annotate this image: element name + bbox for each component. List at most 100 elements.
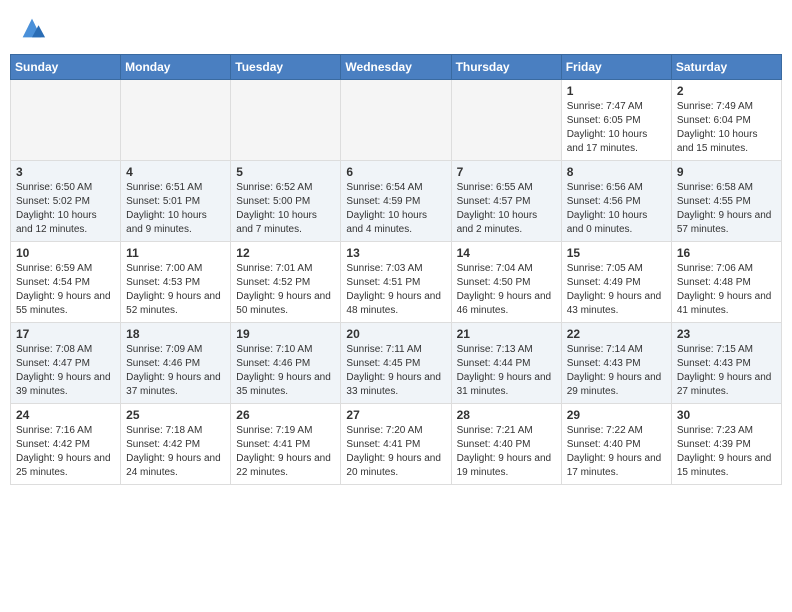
calendar-cell: 20 Sunrise: 7:11 AM Sunset: 4:45 PM Dayli… [341, 323, 451, 404]
day-info: Sunrise: 7:05 AM Sunset: 4:49 PM Dayligh… [567, 262, 666, 318]
calendar-cell: 9 Sunrise: 6:58 AM Sunset: 4:55 PM Daylig… [671, 161, 781, 242]
day-info: Sunrise: 7:15 AM Sunset: 4:43 PM Dayligh… [677, 343, 776, 399]
day-number: 22 [567, 327, 666, 341]
day-number: 20 [346, 327, 445, 341]
calendar-cell [341, 80, 451, 161]
calendar-cell: 18 Sunrise: 7:09 AM Sunset: 4:46 PM Dayli… [121, 323, 231, 404]
day-number: 11 [126, 246, 225, 260]
day-number: 18 [126, 327, 225, 341]
column-header-monday: Monday [121, 55, 231, 80]
calendar-cell: 27 Sunrise: 7:20 AM Sunset: 4:41 PM Dayli… [341, 404, 451, 485]
calendar-cell: 22 Sunrise: 7:14 AM Sunset: 4:43 PM Dayli… [561, 323, 671, 404]
day-number: 7 [457, 165, 556, 179]
day-number: 9 [677, 165, 776, 179]
day-info: Sunrise: 7:04 AM Sunset: 4:50 PM Dayligh… [457, 262, 556, 318]
day-number: 12 [236, 246, 335, 260]
column-header-sunday: Sunday [11, 55, 121, 80]
logo-icon [18, 14, 46, 42]
day-info: Sunrise: 7:14 AM Sunset: 4:43 PM Dayligh… [567, 343, 666, 399]
day-number: 8 [567, 165, 666, 179]
calendar-cell: 14 Sunrise: 7:04 AM Sunset: 4:50 PM Dayli… [451, 242, 561, 323]
calendar-cell: 12Sunrise: 7:01 AM Sunset: 4:52 PM Dayli… [231, 242, 341, 323]
day-number: 4 [126, 165, 225, 179]
calendar-cell: 8 Sunrise: 6:56 AM Sunset: 4:56 PM Daylig… [561, 161, 671, 242]
day-number: 2 [677, 84, 776, 98]
day-info: Sunrise: 7:19 AM Sunset: 4:41 PM Dayligh… [236, 424, 335, 480]
calendar-cell [451, 80, 561, 161]
calendar-cell: 21Sunrise: 7:13 AM Sunset: 4:44 PM Dayli… [451, 323, 561, 404]
day-info: Sunrise: 7:08 AM Sunset: 4:47 PM Dayligh… [16, 343, 115, 399]
calendar-cell: 13 Sunrise: 7:03 AM Sunset: 4:51 PM Dayli… [341, 242, 451, 323]
day-number: 17 [16, 327, 115, 341]
day-number: 28 [457, 408, 556, 422]
calendar-cell: 7 Sunrise: 6:55 AM Sunset: 4:57 PM Daylig… [451, 161, 561, 242]
day-number: 13 [346, 246, 445, 260]
day-info: Sunrise: 6:54 AM Sunset: 4:59 PM Dayligh… [346, 181, 445, 237]
day-number: 10 [16, 246, 115, 260]
day-info: Sunrise: 6:58 AM Sunset: 4:55 PM Dayligh… [677, 181, 776, 237]
day-number: 29 [567, 408, 666, 422]
day-info: Sunrise: 6:50 AM Sunset: 5:02 PM Dayligh… [16, 181, 115, 237]
day-info: Sunrise: 7:18 AM Sunset: 4:42 PM Dayligh… [126, 424, 225, 480]
day-number: 19 [236, 327, 335, 341]
calendar-cell: 2 Sunrise: 7:49 AM Sunset: 6:04 PM Daylig… [671, 80, 781, 161]
day-info: Sunrise: 7:06 AM Sunset: 4:48 PM Dayligh… [677, 262, 776, 318]
calendar-cell [231, 80, 341, 161]
calendar-cell [121, 80, 231, 161]
day-number: 23 [677, 327, 776, 341]
page-header [10, 10, 782, 46]
calendar-week-row: 1 Sunrise: 7:47 AM Sunset: 6:05 PM Daylig… [11, 80, 782, 161]
calendar-cell: 28 Sunrise: 7:21 AM Sunset: 4:40 PM Dayli… [451, 404, 561, 485]
column-header-thursday: Thursday [451, 55, 561, 80]
day-number: 24 [16, 408, 115, 422]
calendar-week-row: 24 Sunrise: 7:16 AM Sunset: 4:42 PM Dayli… [11, 404, 782, 485]
calendar-cell: 4 Sunrise: 6:51 AM Sunset: 5:01 PM Daylig… [121, 161, 231, 242]
calendar-cell: 25 Sunrise: 7:18 AM Sunset: 4:42 PM Dayli… [121, 404, 231, 485]
calendar-cell: 23 Sunrise: 7:15 AM Sunset: 4:43 PM Dayli… [671, 323, 781, 404]
day-number: 1 [567, 84, 666, 98]
day-info: Sunrise: 7:22 AM Sunset: 4:40 PM Dayligh… [567, 424, 666, 480]
day-number: 25 [126, 408, 225, 422]
day-info: Sunrise: 7:10 AM Sunset: 4:46 PM Dayligh… [236, 343, 335, 399]
day-number: 26 [236, 408, 335, 422]
day-number: 6 [346, 165, 445, 179]
calendar-cell: 5Sunrise: 6:52 AM Sunset: 5:00 PM Daylig… [231, 161, 341, 242]
day-info: Sunrise: 7:03 AM Sunset: 4:51 PM Dayligh… [346, 262, 445, 318]
day-number: 30 [677, 408, 776, 422]
calendar-cell: 3Sunrise: 6:50 AM Sunset: 5:02 PM Daylig… [11, 161, 121, 242]
calendar-cell: 15 Sunrise: 7:05 AM Sunset: 4:49 PM Dayli… [561, 242, 671, 323]
day-info: Sunrise: 6:56 AM Sunset: 4:56 PM Dayligh… [567, 181, 666, 237]
calendar-cell [11, 80, 121, 161]
day-number: 16 [677, 246, 776, 260]
column-header-tuesday: Tuesday [231, 55, 341, 80]
day-info: Sunrise: 6:51 AM Sunset: 5:01 PM Dayligh… [126, 181, 225, 237]
day-info: Sunrise: 7:16 AM Sunset: 4:42 PM Dayligh… [16, 424, 115, 480]
calendar-cell: 26 Sunrise: 7:19 AM Sunset: 4:41 PM Dayli… [231, 404, 341, 485]
day-info: Sunrise: 7:09 AM Sunset: 4:46 PM Dayligh… [126, 343, 225, 399]
day-info: Sunrise: 7:21 AM Sunset: 4:40 PM Dayligh… [457, 424, 556, 480]
calendar-table: SundayMondayTuesdayWednesdayThursdayFrid… [10, 54, 782, 485]
day-info: Sunrise: 7:49 AM Sunset: 6:04 PM Dayligh… [677, 100, 776, 156]
day-info: Sunrise: 7:11 AM Sunset: 4:45 PM Dayligh… [346, 343, 445, 399]
calendar-cell: 29 Sunrise: 7:22 AM Sunset: 4:40 PM Dayli… [561, 404, 671, 485]
day-info: Sunrise: 6:55 AM Sunset: 4:57 PM Dayligh… [457, 181, 556, 237]
day-info: Sunrise: 7:47 AM Sunset: 6:05 PM Dayligh… [567, 100, 666, 156]
calendar-cell: 16 Sunrise: 7:06 AM Sunset: 4:48 PM Dayli… [671, 242, 781, 323]
column-header-friday: Friday [561, 55, 671, 80]
day-number: 21 [457, 327, 556, 341]
column-header-wednesday: Wednesday [341, 55, 451, 80]
calendar-cell: 6 Sunrise: 6:54 AM Sunset: 4:59 PM Daylig… [341, 161, 451, 242]
day-number: 27 [346, 408, 445, 422]
day-info: Sunrise: 7:20 AM Sunset: 4:41 PM Dayligh… [346, 424, 445, 480]
calendar-cell: 17 Sunrise: 7:08 AM Sunset: 4:47 PM Dayli… [11, 323, 121, 404]
day-info: Sunrise: 7:00 AM Sunset: 4:53 PM Dayligh… [126, 262, 225, 318]
calendar-cell: 11 Sunrise: 7:00 AM Sunset: 4:53 PM Dayli… [121, 242, 231, 323]
calendar-header-row: SundayMondayTuesdayWednesdayThursdayFrid… [11, 55, 782, 80]
day-info: Sunrise: 6:52 AM Sunset: 5:00 PM Dayligh… [236, 181, 335, 237]
calendar-cell: 1 Sunrise: 7:47 AM Sunset: 6:05 PM Daylig… [561, 80, 671, 161]
day-number: 15 [567, 246, 666, 260]
calendar-week-row: 3Sunrise: 6:50 AM Sunset: 5:02 PM Daylig… [11, 161, 782, 242]
logo [16, 14, 46, 42]
day-number: 14 [457, 246, 556, 260]
day-info: Sunrise: 6:59 AM Sunset: 4:54 PM Dayligh… [16, 262, 115, 318]
